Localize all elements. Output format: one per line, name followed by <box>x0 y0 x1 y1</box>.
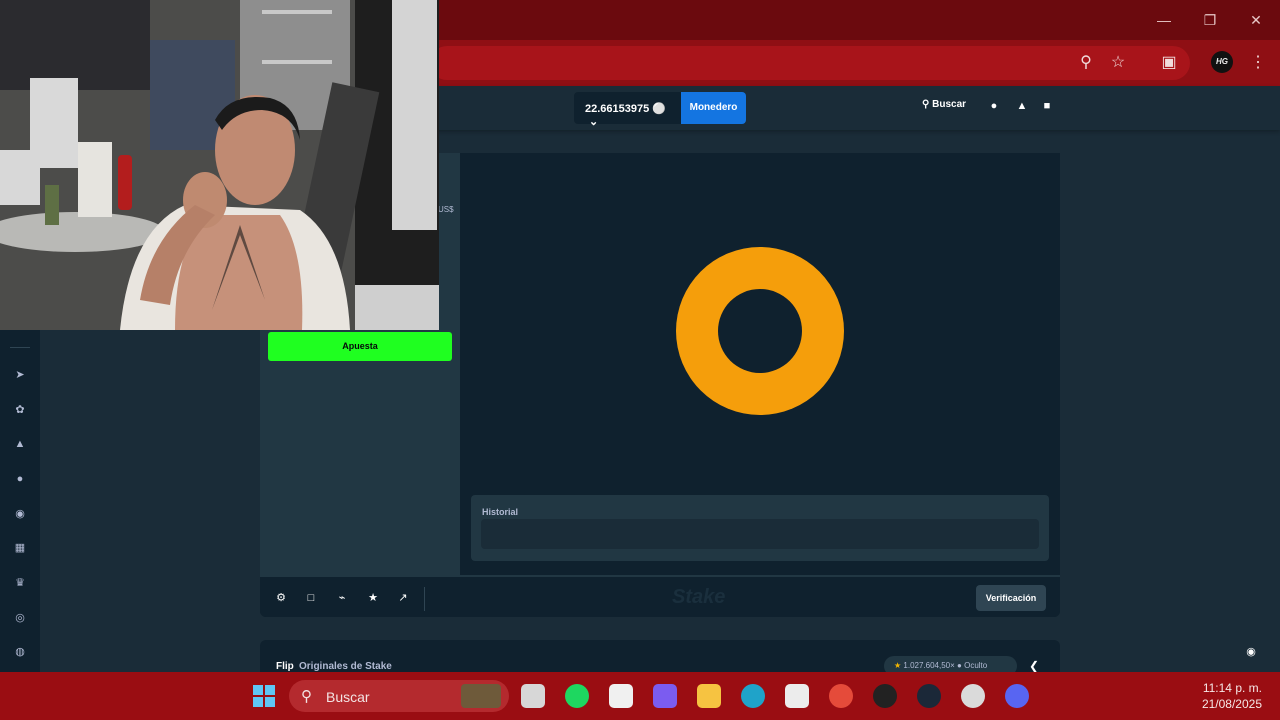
obs-icon[interactable] <box>873 684 897 708</box>
user-icon[interactable]: ● <box>987 99 1001 113</box>
globe-icon[interactable]: ◎ <box>12 610 28 626</box>
settings-icon[interactable]: ⚙ <box>274 591 288 605</box>
gift-icon[interactable]: ▦ <box>12 540 28 556</box>
promotions-icon[interactable]: ✿ <box>12 402 28 418</box>
satellite-icon[interactable] <box>961 684 985 708</box>
app-launcher-icon[interactable] <box>609 684 633 708</box>
fire-icon[interactable]: ▲ <box>12 436 28 452</box>
task-view-icon[interactable] <box>521 684 545 708</box>
coin-center <box>718 289 802 373</box>
system-clock[interactable]: 11:14 p. m. 21/08/2025 <box>1180 680 1262 712</box>
zoom-icon[interactable]: ⚲ <box>1074 51 1098 75</box>
more-vert-icon[interactable]: ⋮ <box>1246 51 1270 75</box>
crown-icon[interactable]: ♛ <box>12 575 28 591</box>
search-label: Buscar <box>932 99 967 110</box>
wallet-button[interactable]: Monedero <box>681 92 746 124</box>
currency-icon: ⚪ <box>652 103 666 115</box>
discord-icon[interactable] <box>1005 684 1029 708</box>
steam-icon[interactable] <box>917 684 941 708</box>
webcam-scene <box>0 0 439 330</box>
close-icon[interactable]: ✕ <box>1246 10 1266 30</box>
balance-display[interactable]: 22.66153975 ⚪ ⌄ <box>574 92 681 128</box>
chevron-down-icon: ⌄ <box>589 116 599 128</box>
windows-start-icon[interactable] <box>252 684 276 708</box>
search-highlight-image <box>461 684 501 708</box>
history-title: Historial <box>482 507 519 517</box>
currency-label: US$ <box>438 205 454 214</box>
favorite-star-icon[interactable]: ★ <box>366 591 380 605</box>
spotify-icon[interactable] <box>565 684 589 708</box>
clock-time: 11:14 p. m. <box>1202 681 1262 695</box>
history-track <box>481 519 1039 549</box>
coin <box>676 247 844 415</box>
microsoft-store-icon[interactable] <box>785 684 809 708</box>
game-provider[interactable]: Originales de Stake <box>299 661 392 672</box>
edge-icon[interactable] <box>741 684 765 708</box>
star-icon[interactable]: ☆ <box>1106 51 1130 75</box>
taskbar-search[interactable]: ⚲ Buscar <box>289 680 509 712</box>
rocket-icon[interactable]: ➤ <box>12 367 28 383</box>
visibility-label: Oculto <box>964 661 988 670</box>
share-icon[interactable]: ↗ <box>396 591 410 605</box>
footer-divider <box>424 587 425 611</box>
minimize-icon[interactable]: — <box>1154 10 1174 30</box>
game-name: Flip <box>276 661 294 672</box>
search-button[interactable]: ⚲ Buscar <box>922 99 966 110</box>
support-icon[interactable]: ◍ <box>12 644 28 660</box>
game-info-bar: Flip Originales de Stake ★ 1.027.604,50×… <box>260 640 1060 676</box>
chevron-left-icon[interactable]: ❮ <box>1029 659 1039 673</box>
sports-icon[interactable]: ● <box>12 471 28 487</box>
stats-icon[interactable]: ⌁ <box>335 591 349 605</box>
taskbar: ⚲ Buscar 11:14 p. m. 21/08/2025 <box>0 672 1280 720</box>
extensions-icon[interactable]: ▣ <box>1157 51 1181 75</box>
game-footer: ⚙ □ ⌁ ★ ↗ Stake Verificación <box>260 575 1060 617</box>
webcam-overlay <box>0 0 439 330</box>
chrome-icon[interactable] <box>829 684 853 708</box>
trophy-icon: ★ <box>894 661 902 670</box>
sidebar-divider <box>10 347 30 348</box>
chat-icon[interactable]: ■ <box>1040 99 1054 113</box>
file-explorer-icon[interactable] <box>697 684 721 708</box>
restore-icon[interactable]: ❐ <box>1200 10 1220 30</box>
bet-button[interactable]: Apuesta <box>268 332 452 361</box>
bell-icon[interactable]: ▲ <box>1015 99 1029 113</box>
search-icon: ⚲ <box>301 688 312 705</box>
headset-icon[interactable]: ◉ <box>12 506 28 522</box>
live-support-icon[interactable]: ◉ <box>1237 638 1265 666</box>
profile-avatar[interactable]: HG <box>1211 51 1233 73</box>
copilot-icon[interactable] <box>653 684 677 708</box>
theatre-mode-icon[interactable]: □ <box>304 591 318 605</box>
search-icon: ⚲ <box>922 99 930 110</box>
history-panel: Historial <box>471 495 1049 561</box>
balance-value: 22.66153975 <box>585 103 650 115</box>
taskbar-search-label: Buscar <box>326 689 370 705</box>
clock-date: 21/08/2025 <box>1201 697 1262 711</box>
stake-watermark: Stake <box>672 586 726 608</box>
max-win-value: 1.027.604,50× <box>903 661 955 670</box>
verification-button[interactable]: Verificación <box>976 585 1046 611</box>
hidden-user-icon: ● <box>957 661 962 670</box>
